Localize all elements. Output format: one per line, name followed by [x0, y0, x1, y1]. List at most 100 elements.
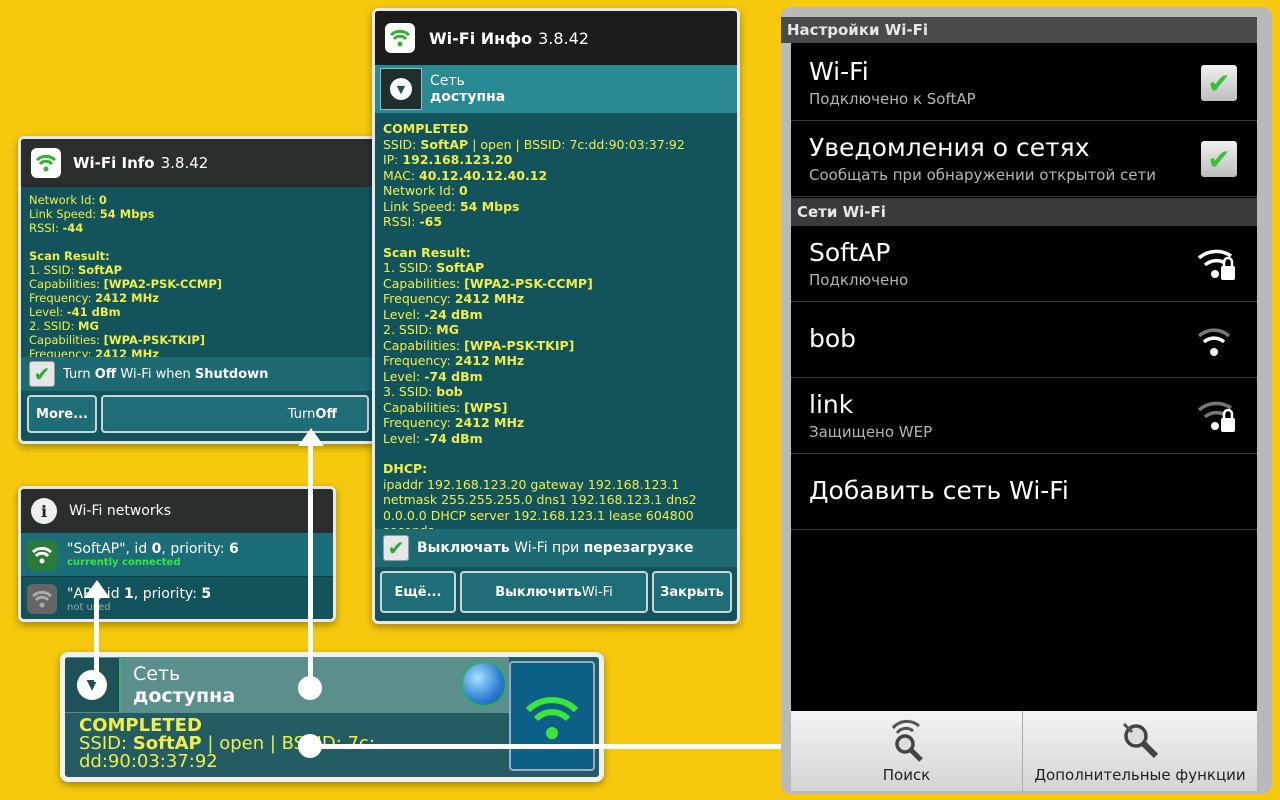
arrow-line-to-search: [310, 744, 820, 749]
widget-ru-version: 3.8.42: [538, 28, 589, 48]
checkbox-checked-icon[interactable]: ✔: [1201, 141, 1237, 177]
info-line-value: SoftAP: [78, 263, 123, 277]
info-line: Level: -24 dBm: [383, 307, 729, 323]
info-line-label: Link Speed:: [29, 207, 100, 221]
info-line-label: Frequency:: [29, 347, 96, 357]
network-name: SoftAP: [809, 238, 891, 267]
chevron-down-icon: ▼: [390, 78, 412, 100]
info-line: Frequency: 2412 MHz: [29, 347, 367, 357]
ssid-value: SoftAP: [420, 136, 469, 152]
advanced-menu-button[interactable]: Дополнительные функции: [1023, 711, 1257, 791]
info-line-value: 54 Mbps: [99, 207, 155, 221]
arrow-head-icon: [298, 428, 324, 446]
info-line-label: Level:: [383, 306, 425, 322]
info-line-label: Level:: [383, 430, 425, 446]
network-notify-row[interactable]: Уведомления о сетях Сообщать при обнаруж…: [791, 121, 1257, 197]
info-line-value: 0: [98, 193, 107, 207]
wifi-inactive-icon: [27, 584, 57, 614]
info-line-value: -24 dBm: [424, 306, 483, 322]
widget-en-shutdown-row[interactable]: ✔ Turn Off Wi-Fi when Shutdown: [21, 357, 375, 391]
info-line: Capabilities: [WPA-PSK-TKIP]: [29, 333, 367, 347]
network-row-link[interactable]: link Защищено WEP: [791, 378, 1257, 454]
widget-ru-scan-lines: 1. SSID: SoftAP Capabilities: [WPA2-PSK-C…: [383, 260, 729, 446]
checkbox-checked-icon[interactable]: ✔: [29, 361, 55, 387]
wifi-toggle-row[interactable]: Wi-Fi Подключено к SoftAP ✔: [791, 45, 1257, 121]
info-line-value: [WPA-PSK-TKIP]: [103, 333, 206, 347]
info-line-value: 2412 MHz: [95, 347, 159, 357]
status-line-1: Сеть: [430, 73, 465, 89]
network-item-ap[interactable]: "AP", id 1, priority: 5 not used: [21, 577, 333, 619]
globe-icon[interactable]: [461, 661, 507, 707]
widget-ru-lines: IP: 192.168.123.20 MAC: 40.12.40.12.40.12…: [383, 152, 729, 230]
info-line: Level: -74 dBm: [383, 431, 729, 447]
info-line-label: RSSI:: [383, 214, 420, 229]
wifi-toggle-subtitle: Подключено к SoftAP: [809, 90, 976, 108]
info-line-label: MAC:: [383, 167, 420, 183]
big-wifi-toggle-button[interactable]: [509, 661, 595, 771]
checkbox-checked-icon[interactable]: ✔: [383, 535, 409, 561]
network-item-softap[interactable]: "SoftAP", id 0, priority: 6 currently co…: [21, 533, 333, 577]
info-line-label: Frequency:: [383, 353, 455, 368]
wifi-info-widget-en: Wi-Fi Info 3.8.42 Network Id: 0 Link Spee…: [18, 136, 378, 444]
bottom-status-line-2: доступна: [133, 685, 236, 707]
info-line-value: 2412 MHz: [454, 291, 525, 306]
info-line-label: IP:: [383, 152, 403, 167]
info-line-label: Capabilities:: [383, 337, 465, 353]
bottom-status-bar[interactable]: ▼ Сеть доступна: [65, 657, 509, 713]
more-button[interactable]: Ещё...: [380, 571, 456, 613]
info-line-value: 0: [458, 183, 468, 198]
info-line-label: Frequency:: [383, 415, 455, 430]
network-notify-subtitle: Сообщать при обнаружении открытой сети: [809, 166, 1156, 184]
close-button[interactable]: Закрыть: [652, 571, 732, 613]
info-line-value: 2412 MHz: [95, 291, 159, 305]
status-dropdown-button[interactable]: ▼: [380, 68, 422, 110]
bssid-label: | open | BSSID:: [468, 136, 570, 152]
add-network-label: Добавить сеть Wi-Fi: [809, 476, 1069, 505]
ssid-label: SSID:: [383, 136, 421, 152]
turn-off-bold: Off: [315, 406, 337, 422]
shutdown-text-3: Wi-Fi when: [116, 366, 195, 382]
advanced-label: Дополнительные функции: [1034, 766, 1246, 784]
info-line: Capabilities: [WPA2-PSK-CCMP]: [383, 276, 729, 292]
info-line-label: Level:: [383, 368, 425, 384]
turn-off-button[interactable]: Turn Off: [101, 395, 369, 433]
info-line-label: 1. SSID:: [383, 260, 437, 275]
info-line: 3. SSID: bob: [383, 384, 729, 400]
widget-ru-info: COMPLETED SSID: SoftAP | open | BSSID: 7…: [375, 113, 737, 529]
arrow-origin-dot: [298, 676, 322, 700]
info-line: RSSI: -44: [29, 221, 367, 235]
widget-ru-status-bar[interactable]: ▼ Сеть доступна: [375, 65, 737, 113]
turn-off-wifi-button[interactable]: Выключить Wi-Fi: [460, 571, 648, 613]
widget-ru-buttons: Ещё... Выключить Wi-Fi Закрыть: [375, 567, 737, 617]
reboot-checkbox-row[interactable]: ✔ Выключать Wi-Fi при перезагрузке: [375, 529, 737, 567]
wifi-info-widget-ru: Wi-Fi Инфо 3.8.42 ▼ Сеть доступна COMPLE…: [372, 8, 740, 624]
ssid-line: SSID: SoftAP | open | BSSID: 7c:dd:90:03…: [383, 137, 729, 153]
turn-off-text: Wi-Fi: [581, 584, 613, 600]
networks-titlebar: i Wi-Fi networks: [21, 489, 333, 533]
checkbox-checked-icon[interactable]: ✔: [1201, 65, 1237, 101]
arrow-head-icon: [84, 580, 110, 598]
info-line-label: Level:: [29, 305, 67, 319]
wrench-icon: [1122, 722, 1159, 759]
info-line-value: 2412 MHz: [454, 415, 525, 430]
widget-en-titlebar: Wi-Fi Info 3.8.42: [21, 139, 375, 187]
bottom-dropdown-button[interactable]: ▼: [65, 658, 121, 712]
info-line: IP: 192.168.123.20: [383, 152, 729, 168]
more-button[interactable]: More...: [27, 395, 97, 433]
shutdown-text-4: Shutdown: [194, 366, 269, 382]
add-network-row[interactable]: Добавить сеть Wi-Fi: [791, 454, 1257, 530]
network-id: 0: [151, 541, 162, 557]
network-id-label: , id: [125, 541, 152, 557]
home-screen-widget[interactable]: ▼ Сеть доступна COMPLETED SSID: SoftAP |…: [60, 652, 604, 782]
reboot-text-1: Выключать: [417, 540, 510, 556]
network-row-bob[interactable]: bob: [791, 302, 1257, 378]
network-priority: 5: [201, 585, 212, 602]
info-line-value: SoftAP: [436, 260, 485, 275]
info-line-value: bob: [436, 384, 463, 399]
network-row-softap[interactable]: SoftAP Подключено: [791, 226, 1257, 302]
info-line-value: -41 dBm: [66, 305, 121, 319]
info-line: Frequency: 2412 MHz: [29, 291, 367, 305]
search-menu-button[interactable]: Поиск: [791, 711, 1023, 791]
search-icon: [891, 719, 923, 762]
info-line-value: [WPA-PSK-TKIP]: [464, 337, 575, 353]
